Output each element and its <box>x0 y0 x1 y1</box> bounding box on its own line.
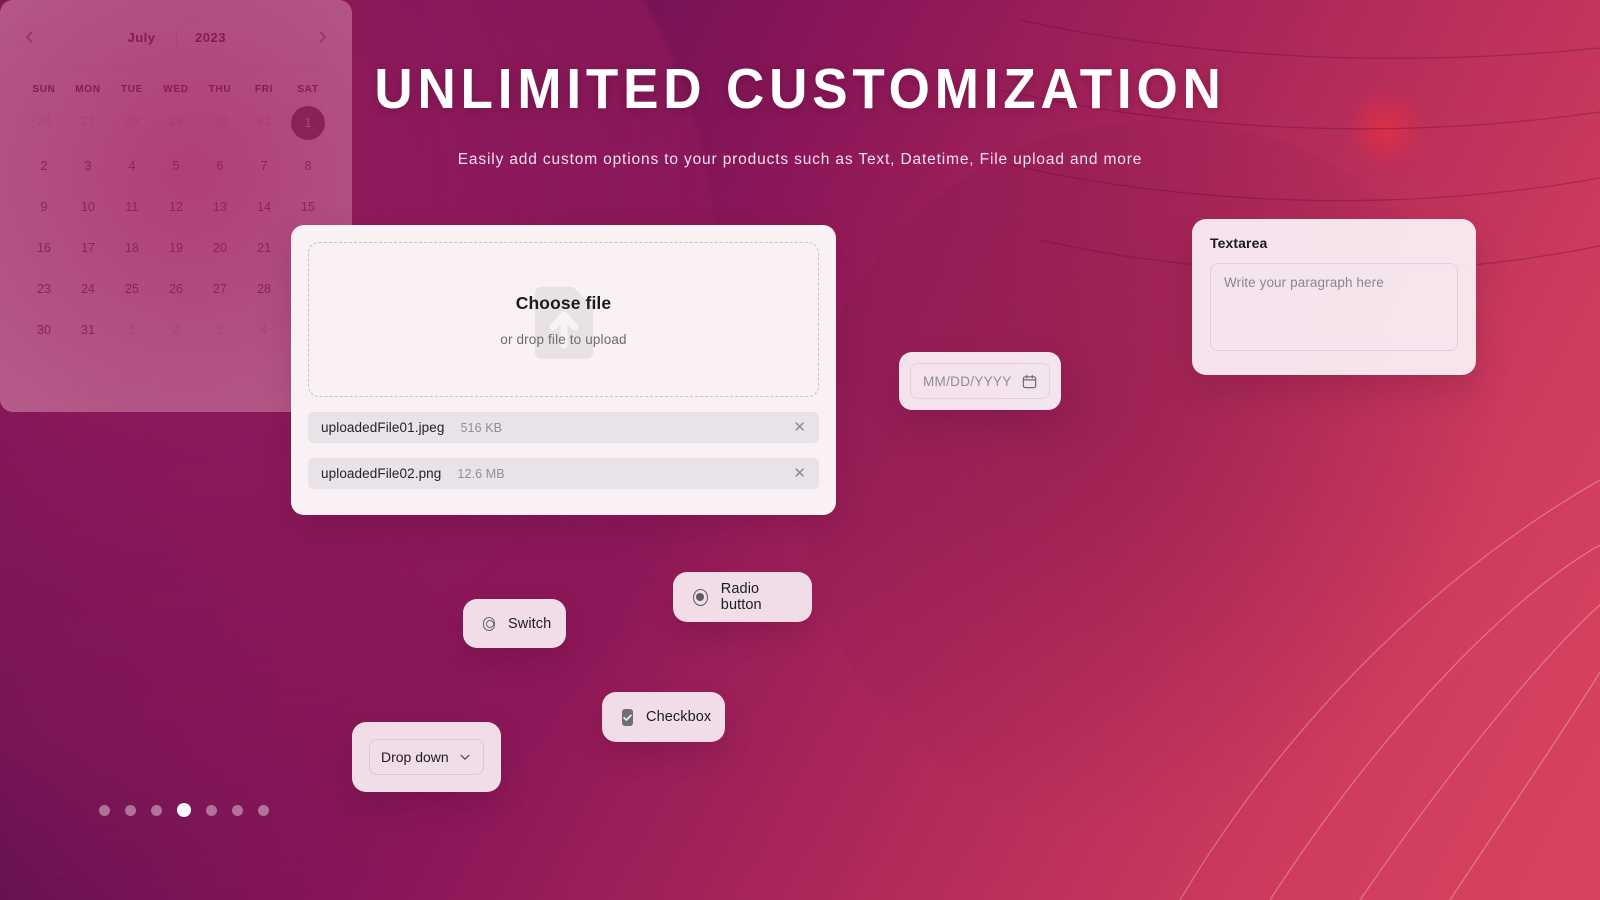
checkbox-control[interactable]: Checkbox <box>602 692 725 742</box>
close-icon[interactable]: ✕ <box>793 466 806 481</box>
textarea-input[interactable]: Write your paragraph here <box>1210 263 1458 351</box>
calendar-day[interactable]: 11 <box>117 192 147 222</box>
calendar-day[interactable]: 13 <box>205 192 235 222</box>
calendar-day[interactable]: 1 <box>117 315 147 345</box>
checkbox-label: Checkbox <box>646 709 712 725</box>
calendar-day[interactable]: 19 <box>161 233 191 263</box>
calendar-day[interactable]: 10 <box>73 192 103 222</box>
toggle-knob <box>486 619 494 628</box>
toggle-off-icon[interactable] <box>483 616 495 631</box>
pagination-dot[interactable] <box>99 804 110 816</box>
uploaded-file-row: uploadedFile01.jpeg 516 KB ✕ <box>308 412 819 443</box>
calendar-day[interactable]: 14 <box>249 192 279 222</box>
pagination-dot[interactable] <box>258 804 269 816</box>
file-size: 516 KB <box>460 420 503 435</box>
pagination-dot[interactable] <box>206 804 217 816</box>
dropdown-control: Drop down <box>352 722 501 792</box>
radio-dot <box>696 593 705 601</box>
calendar-day[interactable]: 9 <box>29 192 59 222</box>
calendar-icon[interactable] <box>1022 374 1037 389</box>
checkbox-checked-icon[interactable] <box>622 708 633 726</box>
textarea-card: Textarea Write your paragraph here <box>1192 219 1476 375</box>
file-size: 12.6 MB <box>457 466 505 481</box>
calendar-day[interactable]: 21 <box>249 233 279 263</box>
file-dropzone[interactable]: Choose file or drop file to upload <box>308 242 819 397</box>
calendar-day[interactable]: 28 <box>249 274 279 304</box>
radio-control[interactable]: Radio button <box>673 572 812 622</box>
calendar-day[interactable]: 20 <box>205 233 235 263</box>
calendar-day[interactable]: 12 <box>161 192 191 222</box>
calendar-day[interactable]: 15 <box>293 192 323 222</box>
dropdown-label: Drop down <box>381 749 449 765</box>
slide-root: UNLIMITED CUSTOMIZATION Easily add custo… <box>0 0 1600 900</box>
calendar-day[interactable]: 31 <box>73 315 103 345</box>
calendar-day[interactable]: 27 <box>205 274 235 304</box>
file-name: uploadedFile02.png <box>321 466 442 481</box>
date-input-placeholder: MM/DD/YYYY <box>923 373 1012 389</box>
page-title: UNLIMITED CUSTOMIZATION <box>374 57 1226 121</box>
uploaded-file-row: uploadedFile02.png 12.6 MB ✕ <box>308 458 819 489</box>
close-icon[interactable]: ✕ <box>793 420 806 435</box>
calendar-day[interactable]: 16 <box>29 233 59 263</box>
date-input[interactable]: MM/DD/YYYY <box>910 363 1050 399</box>
header: UNLIMITED CUSTOMIZATION Easily add custo… <box>0 0 1600 169</box>
calendar-day[interactable]: 24 <box>73 274 103 304</box>
pagination-dot[interactable] <box>125 804 136 816</box>
calendar-day[interactable]: 4 <box>249 315 279 345</box>
date-input-card: MM/DD/YYYY <box>899 352 1061 410</box>
calendar-day[interactable]: 30 <box>29 315 59 345</box>
calendar-day[interactable]: 25 <box>117 274 147 304</box>
switch-label: Switch <box>508 615 552 632</box>
page-subtitle: Easily add custom options to your produc… <box>457 150 1143 168</box>
radio-selected-icon[interactable] <box>693 588 708 606</box>
switch-control[interactable]: Switch <box>463 599 566 648</box>
textarea-label: Textarea <box>1210 235 1268 251</box>
chevron-down-icon[interactable] <box>458 750 472 764</box>
calendar-day[interactable]: 17 <box>73 233 103 263</box>
pagination-dot[interactable] <box>151 804 162 816</box>
pagination-dot-active[interactable] <box>177 803 191 817</box>
calendar-day[interactable]: 26 <box>161 274 191 304</box>
calendar-day[interactable]: 2 <box>161 315 191 345</box>
calendar-day[interactable]: 23 <box>29 274 59 304</box>
radio-label: Radio button <box>720 581 762 613</box>
dropdown-select[interactable]: Drop down <box>369 739 484 775</box>
choose-file-label: Choose file <box>515 292 612 313</box>
pagination-dot[interactable] <box>232 804 243 816</box>
file-upload-card: Choose file or drop file to upload uploa… <box>291 225 836 515</box>
pagination-dots <box>99 803 269 817</box>
drop-file-hint: or drop file to upload <box>500 331 627 347</box>
file-name: uploadedFile01.jpeg <box>321 420 445 435</box>
calendar-day[interactable]: 18 <box>117 233 147 263</box>
calendar-day[interactable]: 3 <box>205 315 235 345</box>
